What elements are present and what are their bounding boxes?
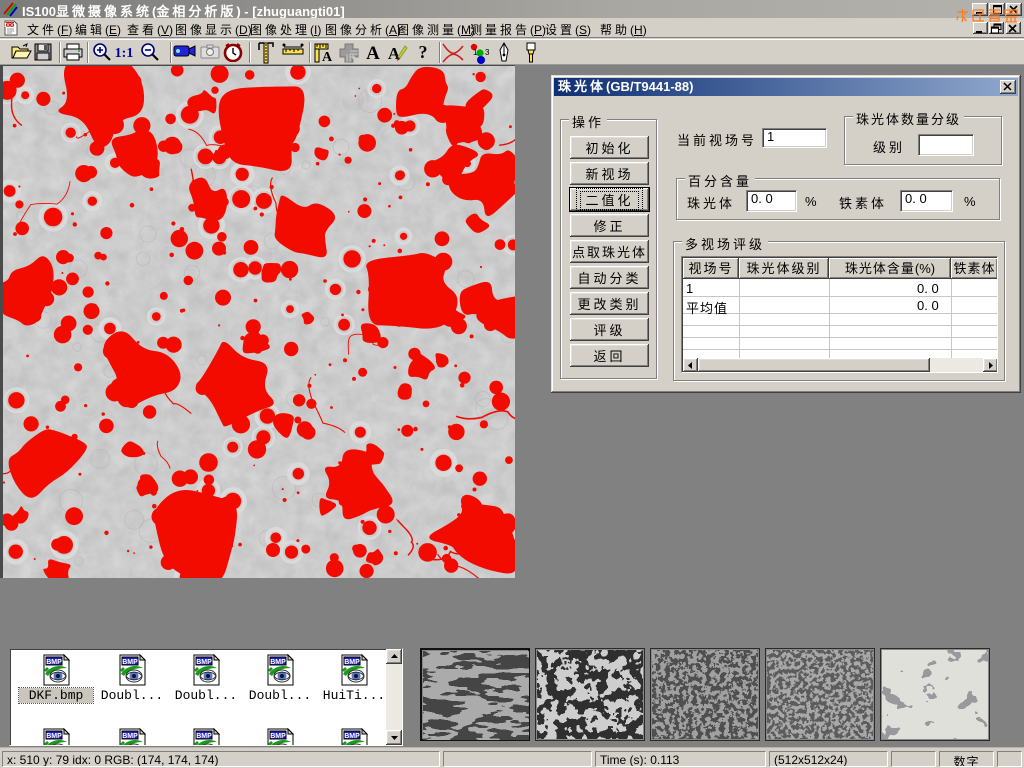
svg-text:BMP: BMP (46, 659, 62, 666)
svg-text:DOC: DOC (4, 23, 16, 29)
svg-text:1:1: 1:1 (115, 46, 134, 61)
svg-text:BMP: BMP (270, 659, 286, 666)
svg-text:BMP: BMP (122, 733, 138, 740)
svg-text:BMP: BMP (344, 733, 360, 740)
svg-text:3: 3 (485, 48, 490, 57)
svg-text:BMP: BMP (196, 659, 212, 666)
svg-text:BMP: BMP (344, 659, 360, 666)
svg-text:BMP: BMP (46, 733, 62, 740)
svg-text:1: 1 (473, 48, 478, 57)
svg-text:A: A (322, 50, 333, 64)
svg-text:BMP: BMP (196, 733, 212, 740)
svg-text:A: A (366, 43, 380, 62)
svg-text:?: ? (419, 42, 428, 62)
svg-text:BMP: BMP (122, 659, 138, 666)
svg-text:BMP: BMP (270, 733, 286, 740)
